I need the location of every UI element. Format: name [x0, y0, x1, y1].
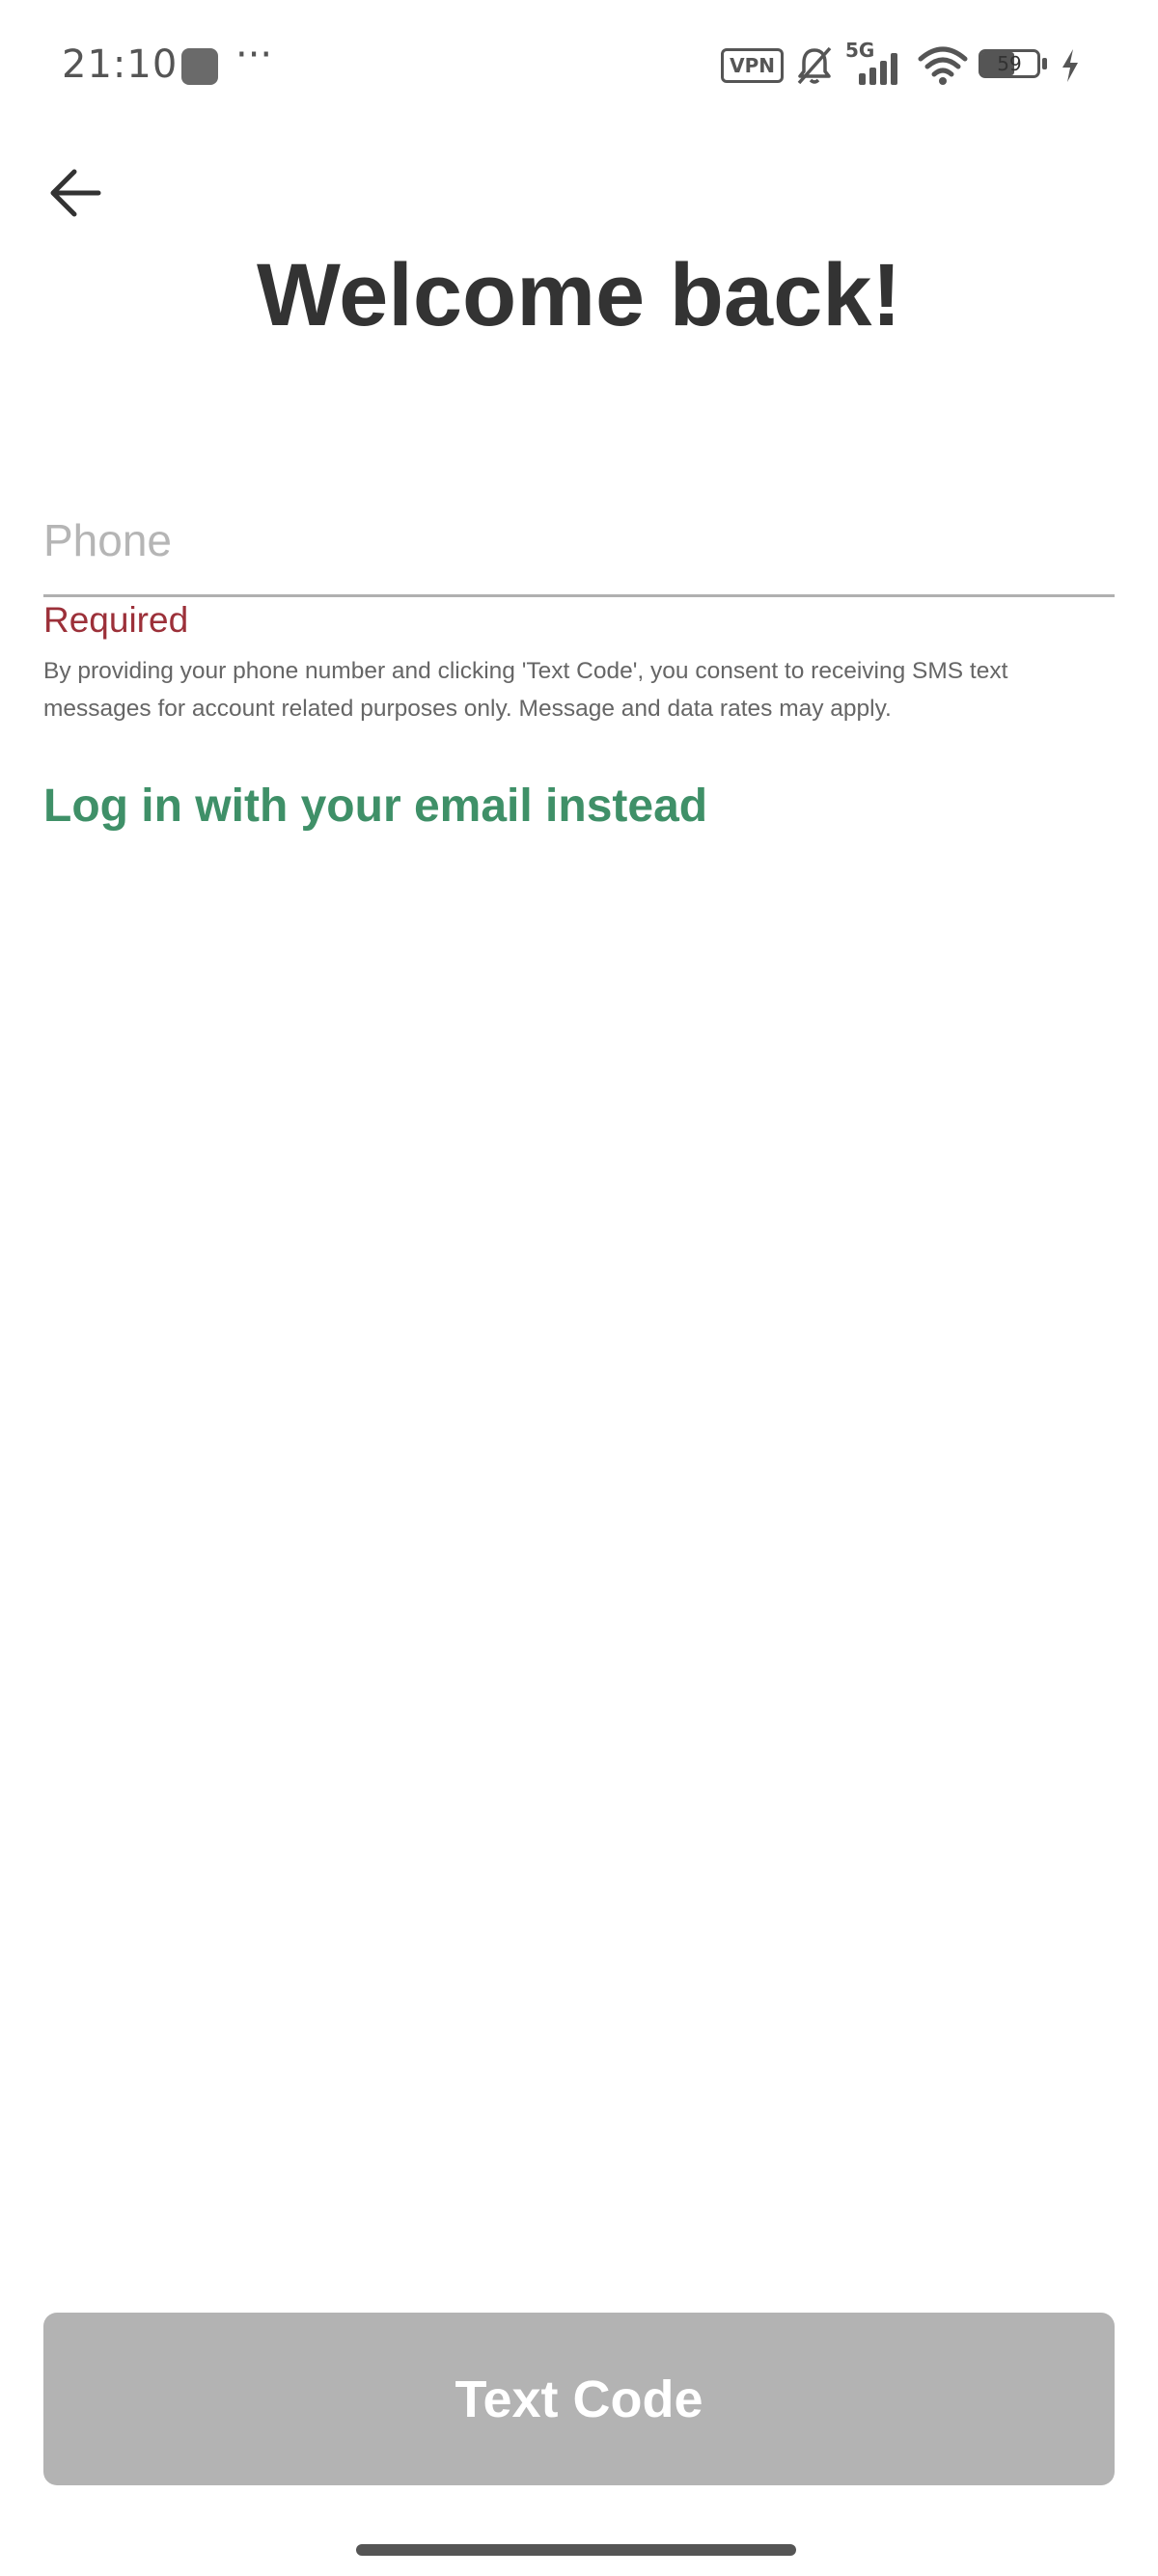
- sms-consent-text: By providing your phone number and click…: [43, 658, 1008, 722]
- app-notification-icon: [181, 48, 218, 85]
- more-notifications-indicator: ···: [235, 33, 273, 77]
- text-code-button[interactable]: Text Code: [43, 2313, 1115, 2485]
- phone-input[interactable]: [43, 492, 1115, 589]
- status-time: 21:10: [62, 42, 179, 87]
- email-login-link[interactable]: Log in with your email instead: [43, 780, 707, 833]
- charging-icon: [1062, 49, 1078, 82]
- status-bar: 21:10 ··· VPN 5G 59: [0, 0, 1158, 135]
- wifi-icon: [918, 46, 968, 85]
- battery-icon: 59: [979, 49, 1050, 82]
- phone-error-message: Required: [43, 600, 189, 640]
- status-icons: VPN 5G 59: [721, 39, 1081, 89]
- bell-muted-icon: [797, 46, 832, 85]
- battery-level-text: 59: [997, 52, 1022, 75]
- page-title: Welcome back!: [256, 246, 902, 344]
- signal-icon: 5G: [845, 39, 907, 87]
- back-button[interactable]: [39, 156, 112, 230]
- home-indicator[interactable]: [356, 2544, 796, 2556]
- vpn-icon: VPN: [721, 48, 784, 83]
- arrow-left-icon: [50, 169, 101, 217]
- phone-field[interactable]: [43, 492, 1115, 597]
